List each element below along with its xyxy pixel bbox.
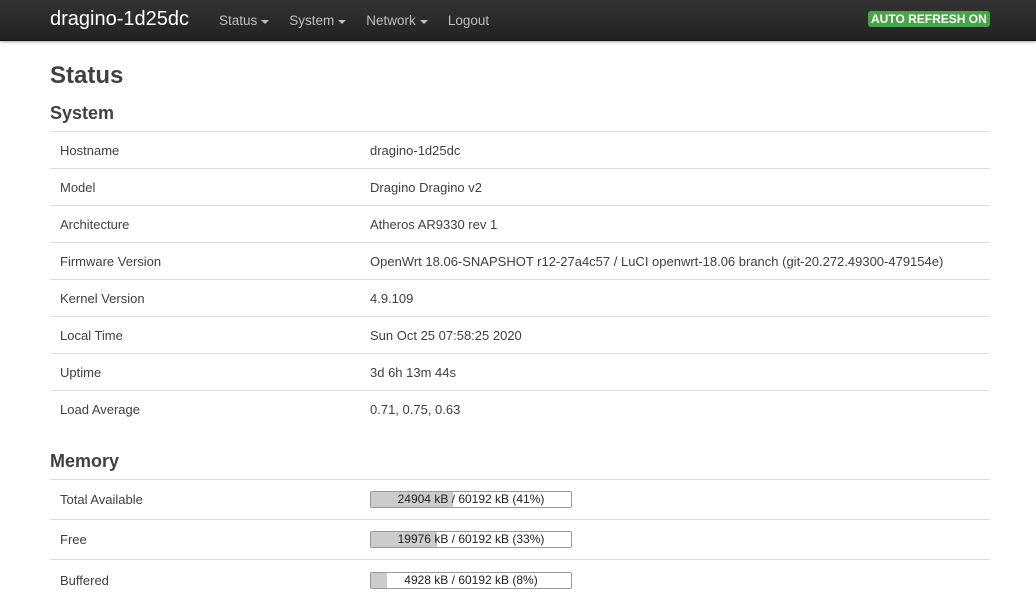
- row-label: Architecture: [60, 216, 130, 232]
- row-value: 24904 kB / 60192 kB (41%): [370, 480, 572, 519]
- table-row: Total Available 24904 kB / 60192 kB (41%…: [50, 480, 990, 520]
- menu-network[interactable]: Network: [366, 13, 428, 28]
- row-label: Free: [60, 532, 87, 547]
- row-label: Local Time: [60, 327, 123, 343]
- row-label: Kernel Version: [60, 290, 145, 306]
- row-value: OpenWrt 18.06-SNAPSHOT r12-27a4c57 / LuC…: [370, 253, 944, 269]
- system-section-title: System: [50, 103, 115, 123]
- caret-down-icon: [338, 19, 347, 24]
- table-row: Kernel Version 4.9.109: [50, 280, 990, 317]
- memory-progress-bar: 19976 kB / 60192 kB (33%): [370, 531, 572, 548]
- menu-logout-label: Logout: [447, 13, 490, 28]
- table-row: Load Average 0.71, 0.75, 0.63: [50, 391, 990, 428]
- menu-system-label: System: [289, 13, 335, 28]
- row-value: dragino-1d25dc: [370, 142, 461, 158]
- auto-refresh-toggle[interactable]: AUTO REFRESH ON: [868, 11, 990, 27]
- row-value: Dragino Dragino v2: [370, 179, 483, 195]
- system-table: Hostname dragino-1d25dc Model Dragino Dr…: [50, 131, 990, 428]
- row-label: Buffered: [60, 572, 109, 588]
- progress-text: 24904 kB / 60192 kB (41%): [397, 492, 545, 506]
- menu-status[interactable]: Status: [219, 13, 270, 28]
- table-row: Architecture Atheros AR9330 rev 1: [50, 206, 990, 243]
- brand-hostname[interactable]: dragino-1d25dc: [50, 8, 189, 31]
- table-row: Firmware Version OpenWrt 18.06-SNAPSHOT …: [50, 243, 990, 280]
- menu-system[interactable]: System: [289, 13, 347, 28]
- menu-logout[interactable]: Logout: [448, 13, 489, 28]
- row-label: Load Average: [60, 402, 140, 417]
- progress-text: 19976 kB / 60192 kB (33%): [397, 532, 545, 546]
- row-value: 4.9.109: [370, 290, 414, 306]
- table-row: Model Dragino Dragino v2: [50, 169, 990, 206]
- caret-down-icon: [419, 19, 428, 24]
- row-label: Total Available: [60, 492, 143, 507]
- table-row: Buffered 4928 kB / 60192 kB (8%): [50, 560, 990, 600]
- row-label: Model: [60, 179, 96, 195]
- row-value: 0.71, 0.75, 0.63: [370, 402, 461, 417]
- memory-table: Total Available 24904 kB / 60192 kB (41%…: [50, 479, 990, 600]
- menu-network-label: Network: [366, 13, 416, 28]
- memory-section-title: Memory: [50, 451, 120, 471]
- progress-text: 4928 kB / 60192 kB (8%): [404, 572, 538, 587]
- row-label: Hostname: [60, 142, 120, 158]
- memory-progress-bar: 24904 kB / 60192 kB (41%): [370, 491, 572, 508]
- main-menu: Status System Network Logout: [219, 0, 509, 41]
- table-row: Local Time Sun Oct 25 07:58:25 2020: [50, 317, 990, 354]
- page-title: Status: [50, 62, 124, 89]
- menu-status-label: Status: [219, 13, 258, 28]
- row-value: Sun Oct 25 07:58:25 2020: [370, 327, 522, 343]
- row-label: Firmware Version: [60, 253, 162, 269]
- row-value: 3d 6h 13m 44s: [370, 364, 457, 380]
- row-label: Uptime: [60, 364, 102, 380]
- table-row: Hostname dragino-1d25dc: [50, 132, 990, 169]
- table-row: Uptime 3d 6h 13m 44s: [50, 354, 990, 391]
- row-value: Atheros AR9330 rev 1: [370, 216, 498, 232]
- row-value: 4928 kB / 60192 kB (8%): [370, 560, 572, 600]
- caret-down-icon: [261, 19, 270, 24]
- table-row: Free 19976 kB / 60192 kB (33%): [50, 520, 990, 560]
- memory-progress-bar: 4928 kB / 60192 kB (8%): [370, 571, 572, 589]
- top-navbar: dragino-1d25dc Status System Network Log…: [0, 0, 1036, 41]
- row-value: 19976 kB / 60192 kB (33%): [370, 520, 572, 559]
